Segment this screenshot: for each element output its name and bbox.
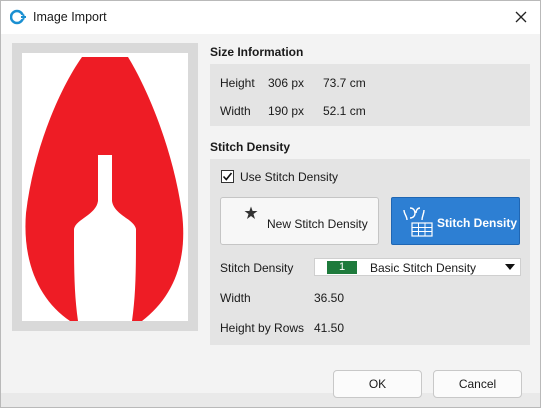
image-import-dialog: Image Import Size Information Height 306… [0, 0, 541, 408]
chevron-down-icon [505, 264, 515, 270]
stitch-density-select[interactable]: 1 Basic Stitch Density [314, 258, 521, 276]
new-stitch-density-button[interactable]: New Stitch Density [220, 197, 379, 245]
size-information-heading: Size Information [210, 45, 304, 59]
stitch-density-button-label: Stitch Density [437, 216, 518, 230]
stitch-density-number-badge: 1 [327, 261, 357, 274]
title-bar: Image Import [1, 1, 540, 34]
use-stitch-density-checkbox[interactable] [221, 170, 234, 183]
app-icon [10, 9, 26, 25]
width-cm-value: 52.1 cm [323, 104, 366, 118]
image-preview [22, 53, 188, 321]
height-px-value: 306 px [268, 76, 305, 90]
stitch-density-icon [403, 207, 433, 237]
height-cm-value: 73.7 cm [323, 76, 366, 90]
star-icon [244, 206, 258, 219]
stitch-density-select-label: Stitch Density [220, 261, 294, 275]
close-icon [515, 11, 527, 23]
image-preview-panel [12, 43, 198, 331]
preview-shape [25, 57, 184, 321]
stitch-density-heading: Stitch Density [210, 140, 291, 154]
stitch-density-panel: Use Stitch Density New Stitch Density St… [210, 159, 530, 345]
ok-button[interactable]: OK [333, 370, 422, 398]
stitch-density-button[interactable]: Stitch Density [391, 197, 520, 245]
use-stitch-density-label[interactable]: Use Stitch Density [240, 170, 338, 184]
window-title: Image Import [33, 10, 107, 24]
density-width-label: Width [220, 291, 251, 305]
size-information-panel: Height 306 px 73.7 cm Width 190 px 52.1 … [210, 64, 530, 126]
height-by-rows-value: 41.50 [314, 321, 345, 335]
width-label: Width [220, 104, 251, 118]
height-label: Height [220, 76, 255, 90]
width-px-value: 190 px [268, 104, 305, 118]
close-button[interactable] [506, 3, 536, 31]
cancel-button[interactable]: Cancel [433, 370, 522, 398]
stitch-density-select-value: Basic Stitch Density [370, 261, 477, 275]
height-by-rows-label: Height by Rows [220, 321, 305, 335]
density-width-value: 36.50 [314, 291, 345, 305]
new-stitch-density-label: New Stitch Density [267, 217, 368, 231]
checkmark-icon [222, 172, 233, 181]
